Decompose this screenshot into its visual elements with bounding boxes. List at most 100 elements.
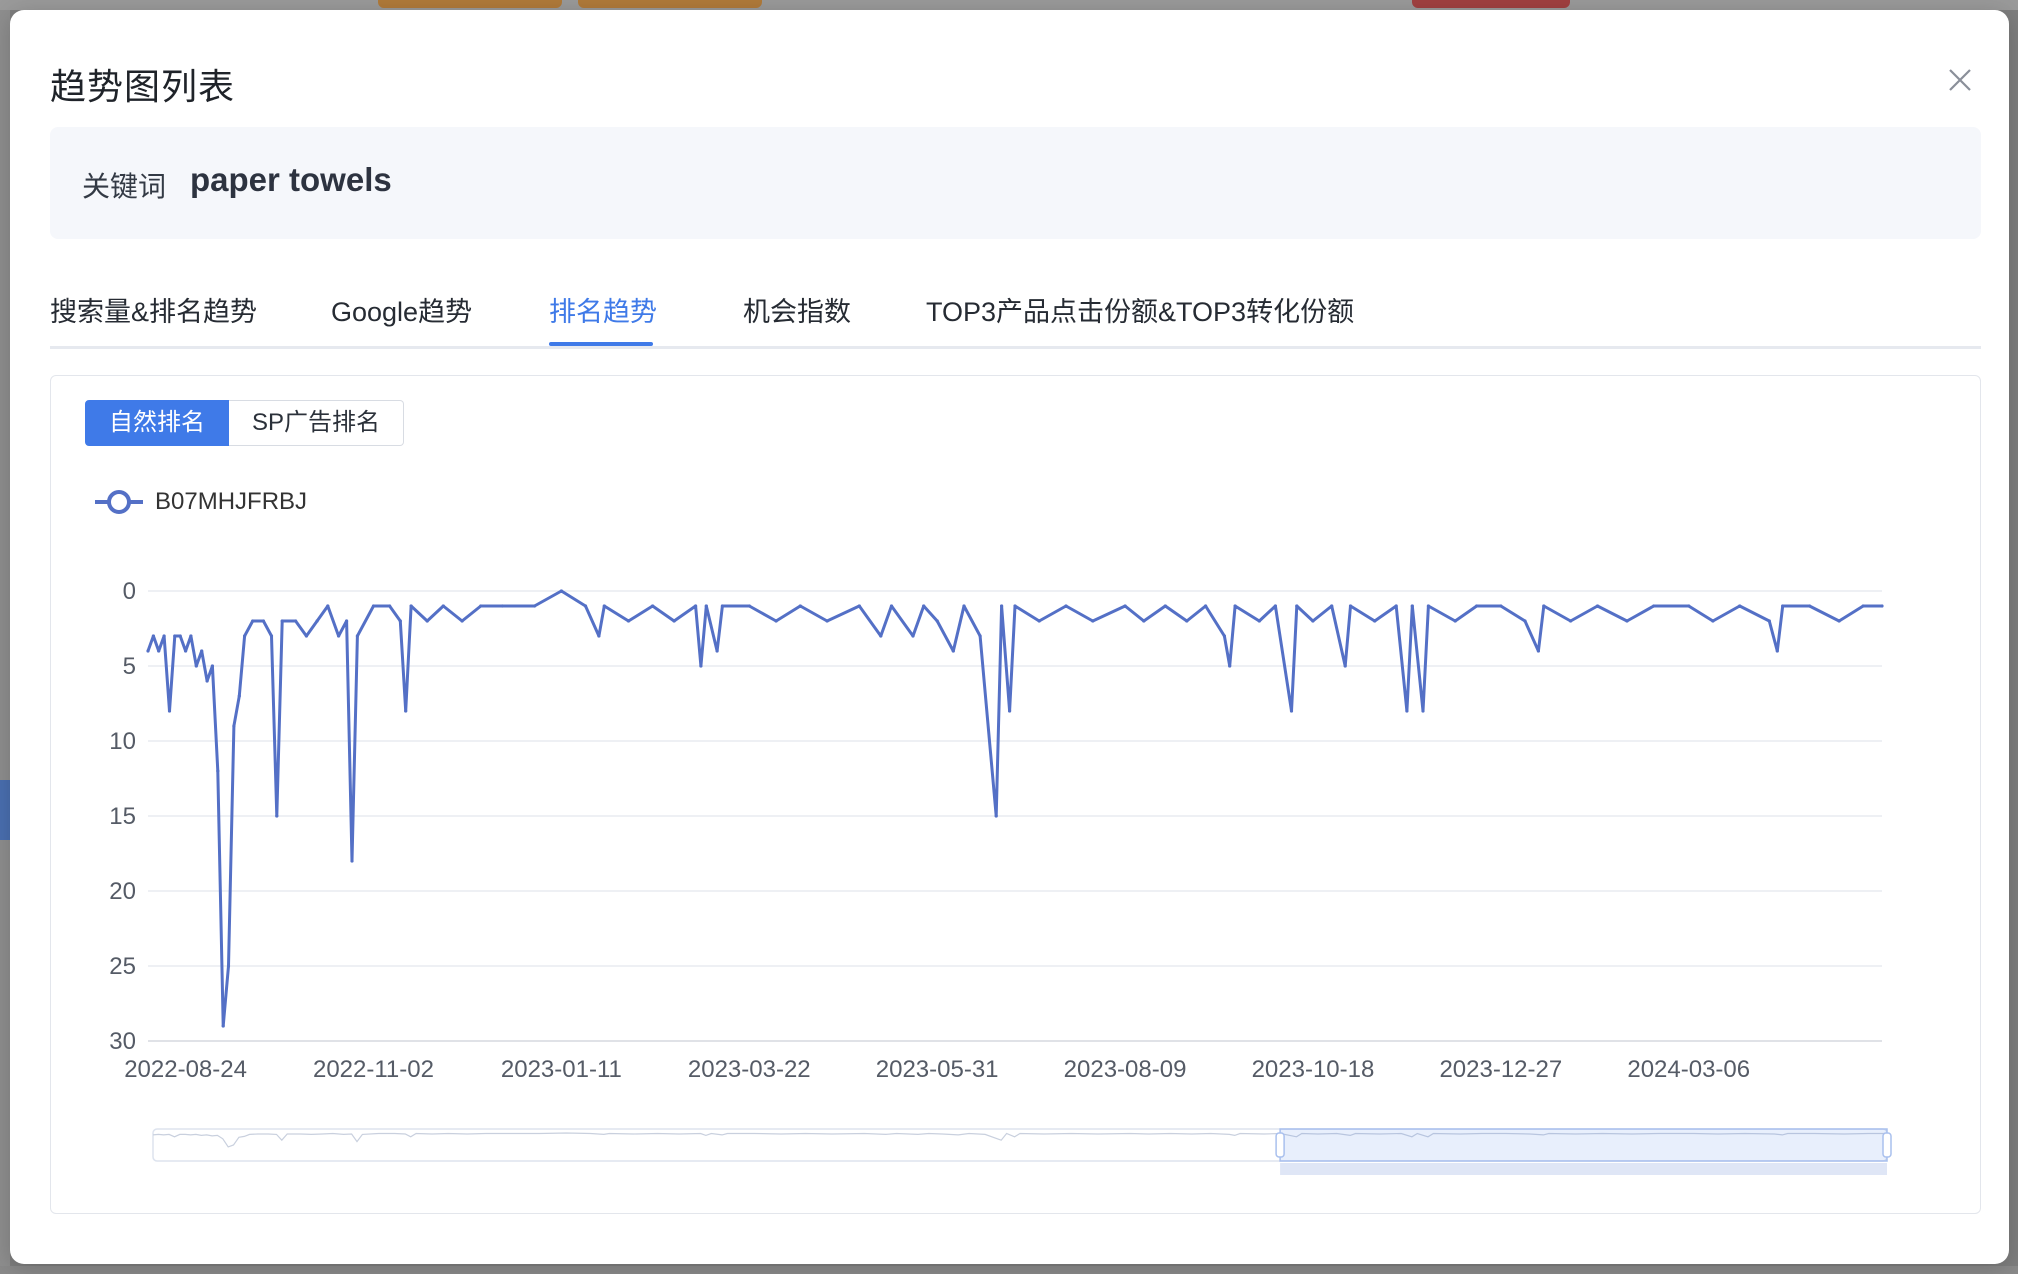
data-point xyxy=(1064,604,1068,608)
x-tick-label: 2023-10-18 xyxy=(1252,1056,1375,1083)
data-point xyxy=(162,634,166,638)
data-point xyxy=(626,619,631,623)
x-tick-label: 2023-01-11 xyxy=(501,1056,622,1083)
data-point xyxy=(1037,619,1041,623)
tab-search-volume-rank[interactable]: 搜索量&排名趋势 xyxy=(50,290,257,329)
data-point xyxy=(1738,604,1742,608)
data-point xyxy=(1837,619,1841,623)
y-tick-label: 25 xyxy=(109,953,136,980)
data-point xyxy=(1348,604,1353,608)
data-point xyxy=(398,619,402,623)
data-point xyxy=(597,634,601,638)
data-point xyxy=(315,619,319,623)
data-point xyxy=(232,724,236,728)
data-point xyxy=(221,1024,225,1028)
data-point xyxy=(1013,604,1017,608)
keyword-value: paper towels xyxy=(190,161,392,198)
zoom-handle-right[interactable] xyxy=(1882,1132,1892,1158)
x-tick-label: 2023-05-31 xyxy=(876,1056,999,1083)
data-point xyxy=(1257,619,1261,623)
y-tick-label: 20 xyxy=(109,878,136,905)
data-point xyxy=(460,619,464,623)
data-point xyxy=(798,604,802,608)
data-point xyxy=(857,604,861,608)
background-sidebar-accent xyxy=(0,780,10,840)
data-point xyxy=(1625,619,1629,623)
data-point xyxy=(1775,649,1779,653)
zoom-selection xyxy=(1279,1128,1888,1162)
data-point xyxy=(1373,619,1377,623)
data-point xyxy=(1880,604,1884,608)
x-tick-label: 2023-08-09 xyxy=(1064,1056,1187,1083)
tab-opportunity-index[interactable]: 机会指数 xyxy=(743,290,851,329)
y-tick-label: 15 xyxy=(109,803,136,830)
data-point xyxy=(720,604,725,608)
data-point xyxy=(1091,619,1095,623)
data-point xyxy=(774,619,778,623)
data-point xyxy=(151,634,155,638)
close-icon xyxy=(1949,69,1971,91)
data-point xyxy=(1711,619,1715,623)
data-point xyxy=(602,604,606,608)
series-line xyxy=(146,589,1882,1028)
data-point xyxy=(1523,619,1527,623)
data-point xyxy=(167,709,172,713)
data-point xyxy=(326,604,330,608)
data-point xyxy=(1222,634,1226,638)
data-point xyxy=(425,619,429,623)
data-point xyxy=(146,649,150,653)
data-point xyxy=(911,634,915,638)
data-point xyxy=(350,859,354,863)
data-point xyxy=(1767,619,1771,623)
tab-rank-trend[interactable]: 排名趋势 xyxy=(549,290,657,329)
data-point xyxy=(922,604,926,608)
data-point xyxy=(559,589,563,593)
data-point xyxy=(1185,619,1189,623)
data-point xyxy=(441,604,445,608)
zoom-move-bar[interactable] xyxy=(1280,1163,1887,1175)
data-point xyxy=(205,679,209,683)
data-point xyxy=(355,634,359,638)
data-point xyxy=(1426,604,1430,608)
data-point xyxy=(1453,619,1457,623)
data-point xyxy=(704,604,708,608)
data-point xyxy=(1499,604,1503,608)
data-point xyxy=(194,664,198,668)
data-point xyxy=(345,619,349,623)
background-toolbar xyxy=(0,0,2018,10)
y-tick-label: 0 xyxy=(123,578,136,605)
data-point xyxy=(1204,604,1208,608)
data-point xyxy=(1233,604,1237,608)
data-point xyxy=(1421,709,1425,713)
data-point xyxy=(337,634,341,638)
data-point xyxy=(1405,709,1409,713)
data-point xyxy=(1142,619,1146,623)
close-button[interactable] xyxy=(1940,60,1980,100)
background-button xyxy=(1412,0,1570,8)
data-point xyxy=(1781,604,1785,608)
data-point xyxy=(275,814,279,818)
tab-google-trends[interactable]: Google趋势 xyxy=(331,290,472,329)
data-point xyxy=(1410,604,1414,608)
data-point xyxy=(157,649,161,653)
data-point xyxy=(210,664,214,668)
data-point xyxy=(294,619,298,623)
x-tick-label: 2022-11-02 xyxy=(313,1056,434,1083)
active-tab-indicator xyxy=(549,342,653,346)
trend-tabs: 搜索量&排名趋势 Google趋势 排名趋势 机会指数 TOP3产品点击份额&T… xyxy=(50,278,1981,349)
x-tick-label: 2024-03-06 xyxy=(1627,1056,1750,1083)
data-point xyxy=(962,604,966,608)
data-point xyxy=(479,604,483,608)
data-point xyxy=(825,619,829,623)
data-point xyxy=(583,604,588,608)
tab-top3-share[interactable]: TOP3产品点击份额&TOP3转化份额 xyxy=(926,290,1354,329)
data-point xyxy=(1273,604,1277,608)
data-point xyxy=(189,634,193,638)
background-sidebar xyxy=(0,10,10,1274)
data-point xyxy=(1394,604,1398,608)
zoom-handle-left[interactable] xyxy=(1275,1132,1285,1158)
data-point xyxy=(1861,604,1865,608)
y-tick-label: 10 xyxy=(109,728,136,755)
data-point xyxy=(699,664,703,668)
keyword-label: 关键词 xyxy=(82,171,167,202)
